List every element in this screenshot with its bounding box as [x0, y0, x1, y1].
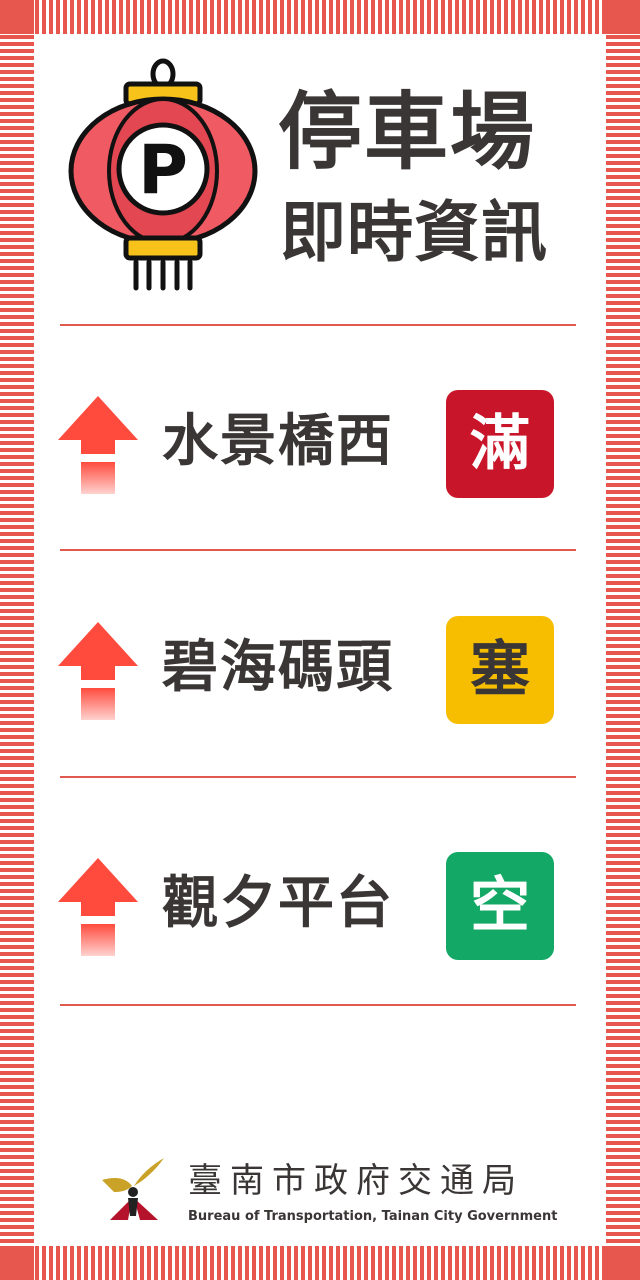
parking-lot-name: 水景橋西 [162, 409, 394, 474]
corner-block [0, 1246, 34, 1280]
top-stripe-border [0, 0, 640, 34]
corner-block [0, 0, 34, 34]
parking-lot-row: 觀夕平台 空 [34, 852, 606, 972]
page-subtitle: 即時資訊 [280, 194, 548, 271]
status-badge: 塞 [446, 616, 554, 724]
bottom-stripe-border [0, 1246, 640, 1280]
up-arrow-icon [58, 858, 138, 956]
parking-lot-row: 碧海碼頭 塞 [34, 616, 606, 736]
organization-name-en: Bureau of Transportation, Tainan City Go… [188, 1209, 558, 1224]
status-badge: 空 [446, 852, 554, 960]
right-stripe-border [606, 0, 640, 1280]
lantern-letter: P [138, 131, 188, 210]
parking-lot-name: 觀夕平台 [162, 871, 394, 936]
parking-lantern-icon: P [68, 58, 258, 291]
corner-block [606, 0, 640, 34]
divider [60, 1004, 576, 1006]
parking-info-panel: P 停車場 即時資訊 水景橋西 滿 碧海碼頭 塞 觀夕平台 空 臺南市政府交通局… [34, 34, 606, 1246]
organization-name-zh: 臺南市政府交通局 [188, 1161, 524, 1201]
divider [60, 324, 576, 326]
parking-lot-row: 水景橋西 滿 [34, 390, 606, 510]
parking-lot-name: 碧海碼頭 [162, 635, 394, 700]
page-title: 停車場 [278, 83, 537, 181]
status-badge: 滿 [446, 390, 554, 498]
divider [60, 549, 576, 551]
up-arrow-icon [58, 396, 138, 494]
up-arrow-icon [58, 622, 138, 720]
corner-block [606, 1246, 640, 1280]
divider [60, 776, 576, 778]
left-stripe-border [0, 0, 34, 1280]
bureau-logo-icon [102, 1158, 164, 1220]
